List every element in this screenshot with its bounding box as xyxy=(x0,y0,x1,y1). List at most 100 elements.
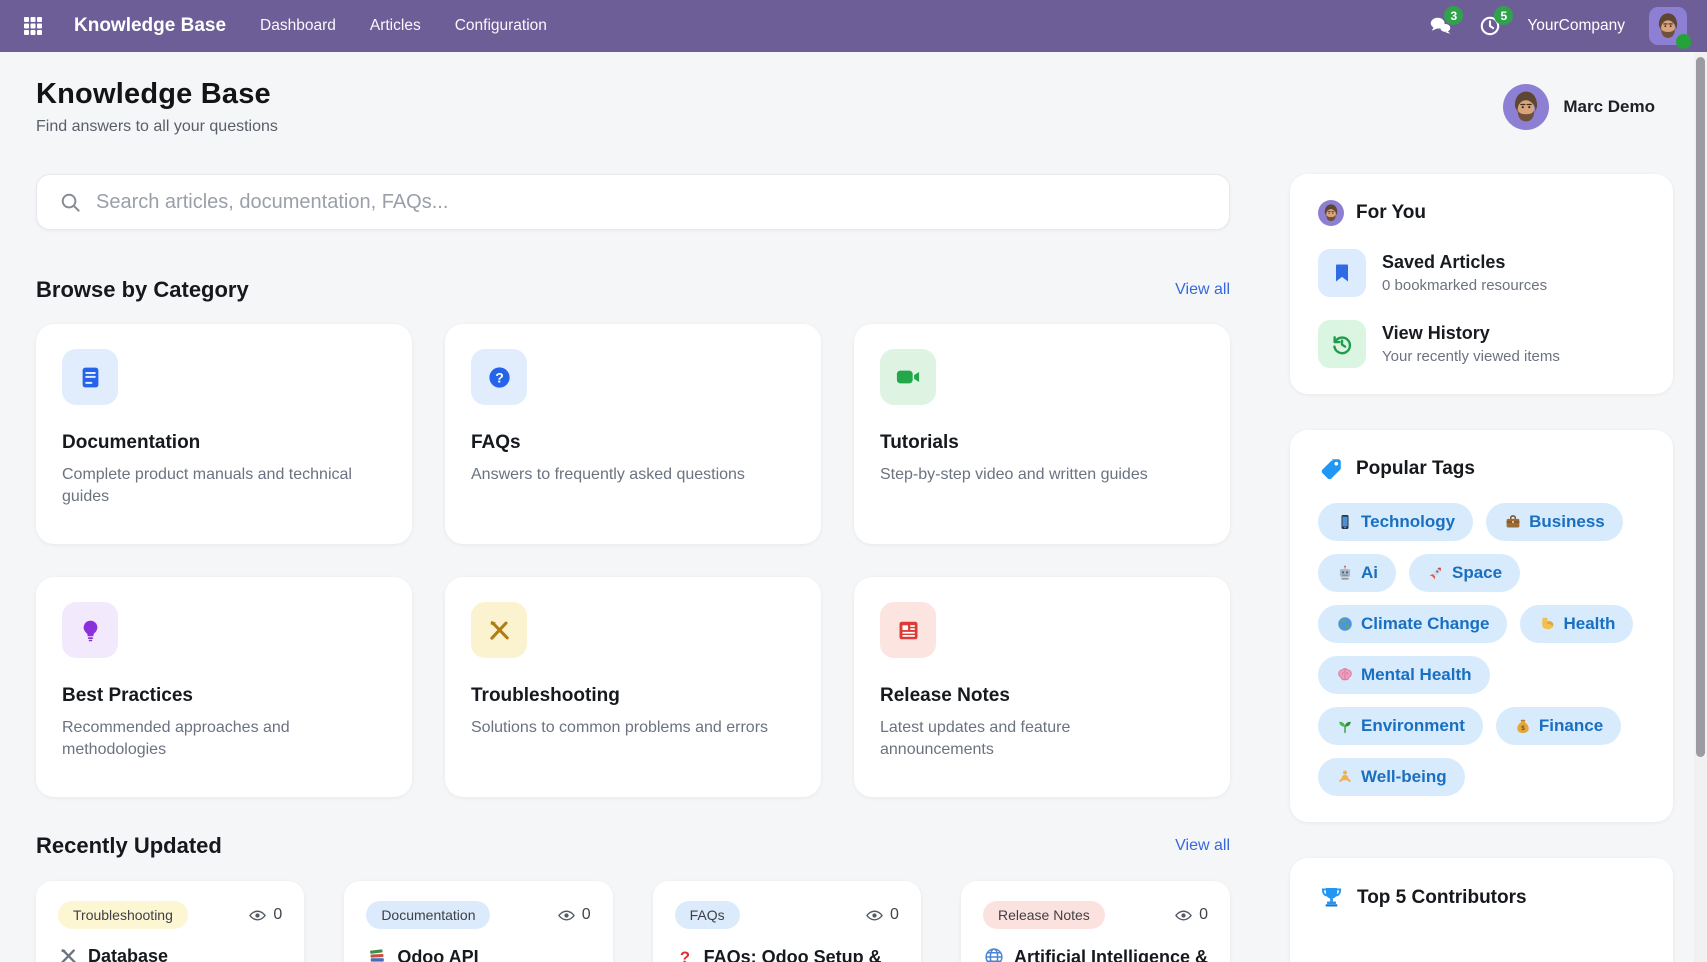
item-title: View History xyxy=(1382,323,1490,343)
lightbulb-icon xyxy=(62,602,118,658)
category-card-release-notes[interactable]: Release Notes Latest updates and feature… xyxy=(854,577,1230,797)
tag-ai[interactable]: Ai xyxy=(1318,554,1396,592)
top-navbar: Knowledge Base Dashboard Articles Config… xyxy=(0,0,1707,52)
activities-count-badge: 5 xyxy=(1494,6,1514,25)
scrollbar-thumb[interactable] xyxy=(1696,57,1705,757)
brain-icon xyxy=(1336,666,1354,684)
tag-finance[interactable]: $ Finance xyxy=(1495,707,1622,745)
item-subtitle: Your recently viewed items xyxy=(1382,348,1560,365)
view-count: 0 xyxy=(890,906,899,923)
messages-button[interactable]: 3 xyxy=(1427,6,1464,39)
tag-well-being[interactable]: Well-being xyxy=(1318,758,1465,796)
category-card-documentation[interactable]: Documentation Complete product manuals a… xyxy=(36,324,412,544)
search-icon xyxy=(59,191,82,214)
tag-business[interactable]: Business xyxy=(1486,503,1623,541)
article-card-artificial-intelligence[interactable]: Release Notes 0 Artificial Intelligence … xyxy=(960,881,1230,962)
svg-text:?: ? xyxy=(680,948,690,962)
category-card-troubleshooting[interactable]: Troubleshooting Solutions to common prob… xyxy=(445,577,821,797)
category-badge: Troubleshooting xyxy=(58,901,188,929)
seedling-icon xyxy=(1336,717,1354,735)
article-card-database[interactable]: Troubleshooting 0 Database xyxy=(36,881,305,962)
messages-count-badge: 3 xyxy=(1444,6,1464,25)
trophy-icon xyxy=(1318,884,1345,911)
category-grid: Documentation Complete product manuals a… xyxy=(36,324,1230,797)
category-title: Documentation xyxy=(62,432,201,453)
robot-icon xyxy=(1336,564,1354,582)
article-title: Artificial Intelligence & xyxy=(1013,946,1208,962)
page-title: Knowledge Base xyxy=(36,78,271,110)
apps-grid-icon[interactable] xyxy=(18,11,48,41)
svg-text:?: ? xyxy=(495,369,504,385)
bookmark-icon xyxy=(1318,249,1366,297)
bicep-icon xyxy=(1538,615,1556,633)
tags-list: Technology Business Ai Space Climate Cha… xyxy=(1318,503,1645,796)
saved-articles-item[interactable]: Saved Articles 0 bookmarked resources xyxy=(1318,249,1645,297)
browse-heading: Browse by Category xyxy=(36,277,249,302)
tag-climate-change[interactable]: Climate Change xyxy=(1318,605,1508,643)
nav-item-dashboard[interactable]: Dashboard xyxy=(260,17,336,35)
category-card-tutorials[interactable]: Tutorials Step-by-step video and written… xyxy=(854,324,1230,544)
browse-section-header: Browse by Category View all xyxy=(36,277,1230,303)
article-card-faqs-odoo-setup[interactable]: FAQs 0 ? FAQs: Odoo Setup & xyxy=(652,881,921,962)
view-count: 0 xyxy=(273,906,283,923)
category-card-best-practices[interactable]: Best Practices Recommended approaches an… xyxy=(36,577,412,797)
tag-mental-health[interactable]: Mental Health xyxy=(1318,656,1490,694)
item-title: Saved Articles xyxy=(1382,252,1506,272)
knowledge-base-app: { "navbar": { "brand": "Knowledge Base",… xyxy=(0,0,1707,962)
tag-space[interactable]: Space xyxy=(1409,554,1521,592)
article-title: FAQs: Odoo Setup & xyxy=(703,946,882,962)
search-input[interactable] xyxy=(96,190,1207,214)
browse-view-all-link[interactable]: View all xyxy=(1175,281,1230,299)
globe-icon xyxy=(983,946,1005,962)
category-description: Complete product manuals and technical g… xyxy=(62,466,352,506)
category-badge: Documentation xyxy=(366,901,491,929)
item-subtitle: 0 bookmarked resources xyxy=(1382,277,1548,294)
recent-section-header: Recently Updated View all xyxy=(36,833,1230,859)
article-card-odoo-api[interactable]: Documentation 0 Odoo API xyxy=(344,881,613,962)
avatar xyxy=(1503,84,1550,130)
article-title: Odoo API xyxy=(397,946,479,962)
category-title: Release Notes xyxy=(880,685,1010,706)
page-scrollbar[interactable] xyxy=(1694,52,1707,962)
search-bar xyxy=(36,174,1230,230)
books-icon xyxy=(366,946,388,962)
tag-icon xyxy=(1318,456,1344,482)
page-subtitle: Find answers to all your questions xyxy=(36,118,278,135)
company-name[interactable]: YourCompany xyxy=(1527,17,1625,35)
newspaper-icon xyxy=(880,602,936,658)
category-title: Best Practices xyxy=(62,685,193,706)
activities-button[interactable]: 5 xyxy=(1477,6,1514,39)
article-title: Database xyxy=(88,946,169,962)
navbar-brand[interactable]: Knowledge Base xyxy=(74,15,226,37)
question-circle-icon: ? xyxy=(471,349,527,405)
rocket-icon xyxy=(1427,564,1445,582)
eye-icon xyxy=(865,906,884,925)
user-menu-avatar[interactable] xyxy=(1649,7,1691,49)
money-bag-icon: $ xyxy=(1514,717,1532,735)
category-description: Step-by-step video and written guides xyxy=(880,466,1148,483)
nav-item-articles[interactable]: Articles xyxy=(370,17,421,35)
tag-health[interactable]: Health xyxy=(1520,605,1634,643)
category-title: Troubleshooting xyxy=(471,685,620,706)
tag-technology[interactable]: Technology xyxy=(1318,503,1474,541)
book-icon xyxy=(62,349,118,405)
current-user-chip[interactable]: Marc Demo xyxy=(1503,84,1655,130)
category-description: Recommended approaches and methodologies xyxy=(62,719,290,759)
category-description: Answers to frequently asked questions xyxy=(471,466,745,483)
video-camera-icon xyxy=(880,349,936,405)
category-description: Solutions to common problems and errors xyxy=(471,719,769,736)
tools-icon xyxy=(471,602,527,658)
top-contributors-panel: Top 5 Contributors xyxy=(1290,858,1673,962)
tag-environment[interactable]: Environment xyxy=(1318,707,1483,745)
recent-view-all-link[interactable]: View all xyxy=(1175,837,1230,855)
svg-text:$: $ xyxy=(1521,725,1525,732)
category-card-faqs[interactable]: ? FAQs Answers to frequently asked quest… xyxy=(445,324,821,544)
eye-icon xyxy=(557,906,576,925)
nav-item-configuration[interactable]: Configuration xyxy=(455,17,547,35)
for-you-panel: For You Saved Articles 0 bookmarked reso… xyxy=(1290,174,1673,394)
contributors-heading: Top 5 Contributors xyxy=(1357,886,1527,908)
category-badge: Release Notes xyxy=(982,901,1105,929)
view-history-item[interactable]: View History Your recently viewed items xyxy=(1318,320,1645,368)
hammer-wrench-icon xyxy=(58,946,79,962)
for-you-heading: For You xyxy=(1356,202,1427,223)
